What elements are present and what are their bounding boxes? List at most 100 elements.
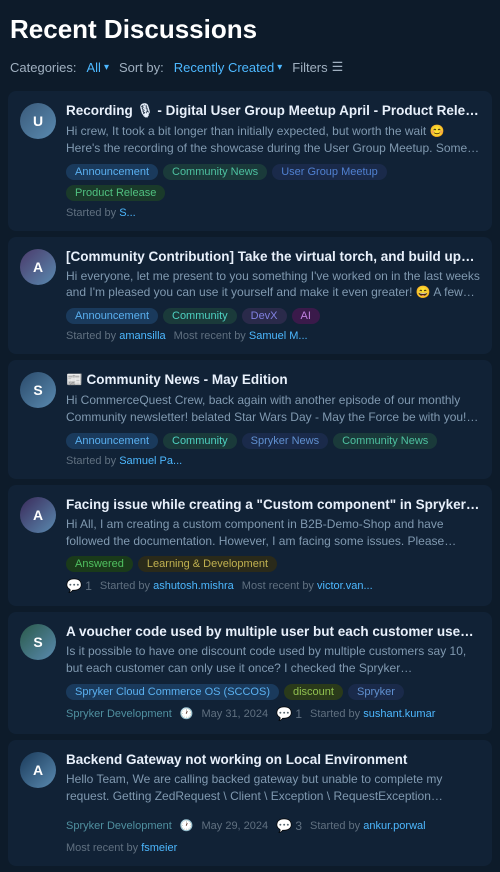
filters-label: Filters <box>292 60 327 75</box>
started-by-label: Started by ankur.porwal <box>310 820 426 832</box>
comment-icon: 💬 <box>276 706 292 722</box>
most-recent-username[interactable]: victor.van... <box>317 580 373 592</box>
discussion-card[interactable]: U Recording 🎙 - Digital User Group Meetup… <box>8 91 492 231</box>
most-recent-label: Most recent by Samuel M... <box>174 330 308 342</box>
filter-icon: ☰ <box>332 59 344 75</box>
tag[interactable]: DevX <box>242 308 287 324</box>
meta-row: Started by Samuel Pa... <box>66 455 480 467</box>
discussion-title[interactable]: 📰 Community News - May Edition <box>66 372 480 388</box>
started-by-username[interactable]: ashutosh.mishra <box>153 580 234 592</box>
started-by-label: Started by Samuel Pa... <box>66 455 182 467</box>
discussion-card[interactable]: A [Community Contribution] Take the virtu… <box>8 237 492 355</box>
started-by-username[interactable]: S... <box>119 207 136 219</box>
meta-row: 💬1 Started by ashutosh.mishra Most recent … <box>66 578 480 594</box>
discussion-title[interactable]: Facing issue while creating a "Custom co… <box>66 497 480 512</box>
page-header: Recent Discussions <box>0 0 500 53</box>
most-recent-label: Most recent by victor.van... <box>242 580 373 592</box>
card-content: Facing issue while creating a "Custom co… <box>66 497 480 595</box>
categories-value: All <box>86 60 100 75</box>
tag[interactable]: Announcement <box>66 433 158 449</box>
discussion-excerpt: Hello Team, We are calling backed gatewa… <box>66 771 480 805</box>
tag[interactable]: Announcement <box>66 308 158 324</box>
meta-row: Spryker Development🕐May 31, 2024💬1Starte… <box>66 706 480 722</box>
discussion-card[interactable]: A Facing issue while creating a "Custom c… <box>8 485 492 607</box>
filter-bar: Categories: All ▾ Sort by: Recently Crea… <box>0 53 500 85</box>
tag[interactable]: Community News <box>163 164 267 180</box>
tag[interactable]: AI <box>292 308 320 324</box>
most-recent-username[interactable]: Samuel M... <box>249 330 308 342</box>
card-content: Backend Gateway not working on Local Env… <box>66 752 480 854</box>
discussion-title[interactable]: Backend Gateway not working on Local Env… <box>66 752 480 767</box>
discussion-card[interactable]: S A voucher code used by multiple user bu… <box>8 612 492 734</box>
tag[interactable]: Learning & Development <box>138 556 277 572</box>
tag[interactable]: Product Release <box>66 185 165 201</box>
tag-row: Announcement Community Spryker News Communi… <box>66 433 480 449</box>
sort-value: Recently Created <box>174 60 274 75</box>
tag[interactable]: User Group Meetup <box>272 164 387 180</box>
card-content: [Community Contribution] Take the virtua… <box>66 249 480 343</box>
sort-filter[interactable]: Recently Created ▾ <box>174 60 282 75</box>
discussion-excerpt: Hi CommerceQuest Crew, back again with a… <box>66 392 480 426</box>
date-label: May 29, 2024 <box>201 820 268 832</box>
started-by-label: Started by sushant.kumar <box>310 708 435 720</box>
discussion-title[interactable]: A voucher code used by multiple user but… <box>66 624 480 639</box>
comment-icon: 💬 <box>66 578 82 594</box>
tag-row: Answered Learning & Development <box>66 556 480 572</box>
discussion-card[interactable]: S 📰 Community News - May Edition Hi Commer… <box>8 360 492 479</box>
started-by-username[interactable]: ankur.porwal <box>363 820 425 832</box>
tag[interactable]: Community <box>163 433 237 449</box>
comment-icon: 💬 <box>276 818 292 834</box>
avatar: S <box>20 624 56 660</box>
meta-row: Spryker Development🕐May 29, 2024💬3Starte… <box>66 818 480 854</box>
discussions-list: U Recording 🎙 - Digital User Group Meetup… <box>0 91 500 866</box>
tag[interactable]: Community <box>163 308 237 324</box>
categories-filter[interactable]: All ▾ <box>86 60 108 75</box>
avatar: A <box>20 752 56 788</box>
started-by-label: Started by S... <box>66 207 136 219</box>
page-title: Recent Discussions <box>10 14 490 45</box>
tag[interactable]: Answered <box>66 556 133 572</box>
page-container: Recent Discussions Categories: All ▾ Sor… <box>0 0 500 866</box>
tag[interactable]: Announcement <box>66 164 158 180</box>
discussion-title[interactable]: [Community Contribution] Take the virtua… <box>66 249 480 264</box>
most-recent-username[interactable]: fsmeier <box>141 842 177 854</box>
comment-count: 💬1 <box>66 578 92 594</box>
started-by-username[interactable]: amansilla <box>119 330 165 342</box>
categories-label: Categories: <box>10 60 76 75</box>
comment-number: 3 <box>295 819 302 833</box>
tag-row: Announcement Community News User Group Mee… <box>66 164 480 201</box>
tag[interactable]: Spryker News <box>242 433 328 449</box>
filters-button[interactable]: Filters ☰ <box>292 59 343 75</box>
discussion-excerpt: Hi All, I am creating a custom component… <box>66 516 480 550</box>
comment-number: 1 <box>295 707 302 721</box>
date-label: May 31, 2024 <box>201 708 268 720</box>
tag-row: Announcement Community DevX AI <box>66 308 480 324</box>
category-label: Spryker Development <box>66 708 172 720</box>
most-recent-label: Most recent by fsmeier <box>66 842 177 854</box>
started-by-username[interactable]: sushant.kumar <box>363 708 435 720</box>
avatar: A <box>20 249 56 285</box>
tag-row: Spryker Cloud Commerce OS (SCCOS) discoun… <box>66 684 480 700</box>
avatar: S <box>20 372 56 408</box>
tag[interactable]: Community News <box>333 433 437 449</box>
tag[interactable]: Spryker <box>348 684 404 700</box>
chevron-down-icon: ▾ <box>104 62 109 73</box>
comment-number: 1 <box>85 579 92 593</box>
clock-icon: 🕐 <box>180 819 194 832</box>
card-content: 📰 Community News - May Edition Hi Commerc… <box>66 372 480 467</box>
discussion-excerpt: Is it possible to have one discount code… <box>66 643 480 677</box>
avatar: A <box>20 497 56 533</box>
card-content: Recording 🎙 - Digital User Group Meetup … <box>66 103 480 219</box>
avatar: U <box>20 103 56 139</box>
comment-count: 💬3 <box>276 818 302 834</box>
sort-label: Sort by: <box>119 60 164 75</box>
card-content: A voucher code used by multiple user but… <box>66 624 480 722</box>
tag[interactable]: discount <box>284 684 343 700</box>
started-by-label: Started by ashutosh.mishra <box>100 580 234 592</box>
started-by-username[interactable]: Samuel Pa... <box>119 455 182 467</box>
discussion-card[interactable]: A Backend Gateway not working on Local En… <box>8 740 492 866</box>
discussion-title[interactable]: Recording 🎙 - Digital User Group Meetup … <box>66 103 480 119</box>
started-by-label: Started by amansilla <box>66 330 166 342</box>
comment-count: 💬1 <box>276 706 302 722</box>
tag[interactable]: Spryker Cloud Commerce OS (SCCOS) <box>66 684 279 700</box>
